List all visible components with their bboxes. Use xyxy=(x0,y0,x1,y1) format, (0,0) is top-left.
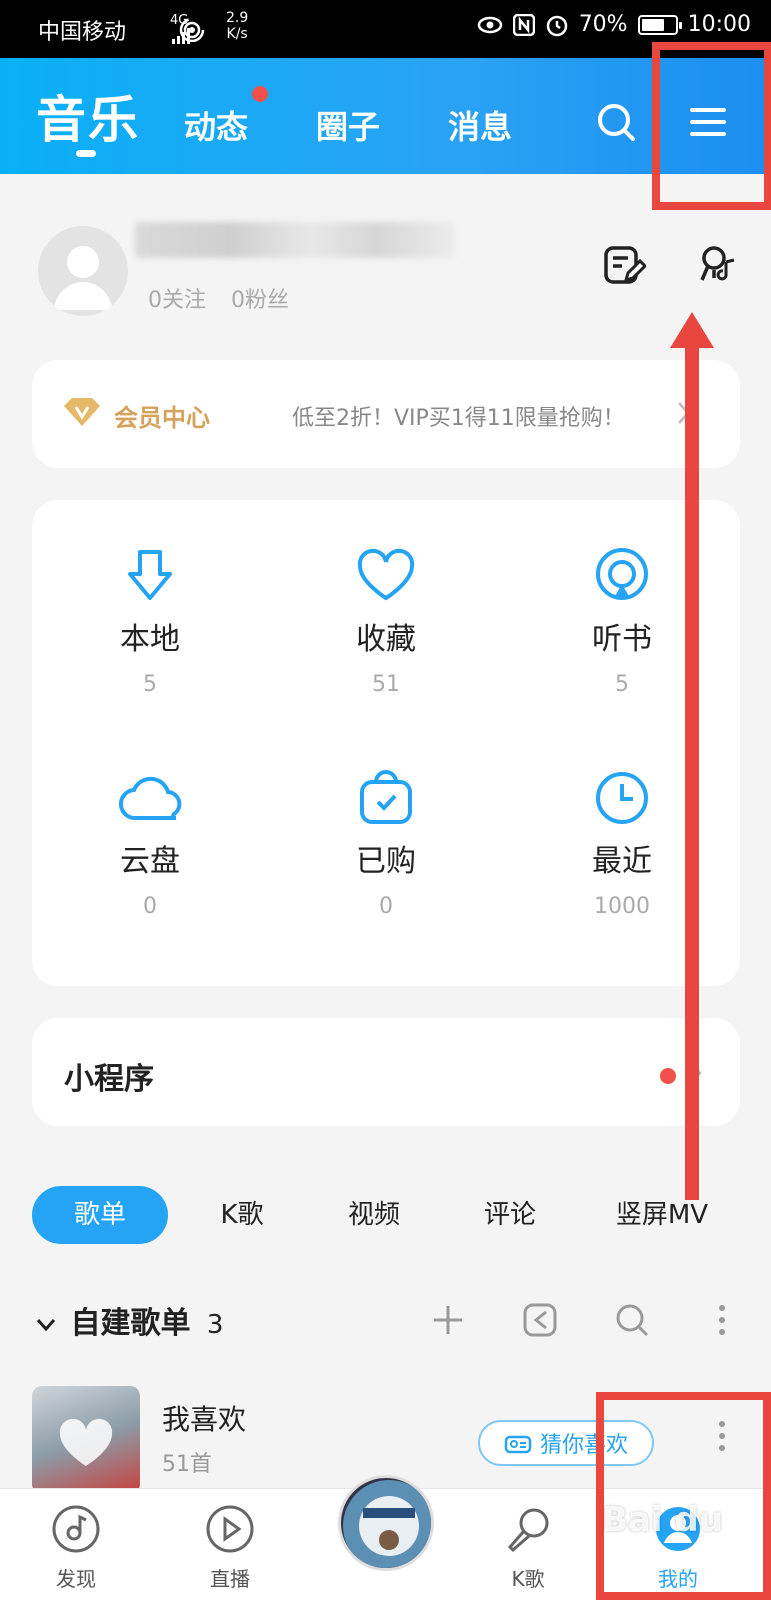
speed-value: 2.9 xyxy=(226,10,249,26)
username-blurred xyxy=(135,222,455,258)
fans-count[interactable]: 0粉丝 xyxy=(231,288,289,313)
grid-count: 1000 xyxy=(594,894,650,919)
heart-cover-icon xyxy=(59,1418,113,1466)
cloud-icon xyxy=(118,776,182,821)
download-icon xyxy=(128,550,172,600)
more-icon[interactable] xyxy=(702,1300,742,1340)
nav-karaoke[interactable]: K歌 xyxy=(478,1503,578,1592)
vip-center-title: 会员中心 xyxy=(114,404,210,432)
search-icon[interactable] xyxy=(594,100,638,144)
library-grid: 本地 5 收藏 51 听书 5 云盘 0 已购 0 最近 1000 xyxy=(32,500,740,986)
grid-label: 本地 xyxy=(120,622,180,657)
radio-icon xyxy=(504,1435,532,1454)
tab-vertical-mv[interactable]: 竖屏MV xyxy=(592,1186,732,1244)
nfc-icon xyxy=(512,13,535,36)
tab-playlists[interactable]: 歌单 xyxy=(32,1186,168,1244)
highlight-menu xyxy=(652,42,771,210)
purchased-icon xyxy=(360,770,412,824)
battery-percent: 70% xyxy=(578,12,628,37)
user-icon xyxy=(53,246,113,310)
following-count[interactable]: 0关注 xyxy=(148,288,206,313)
section-title: 自建歌单 xyxy=(70,1306,191,1341)
network-speed: 2.9 K/s xyxy=(226,10,248,42)
heart-icon xyxy=(357,548,415,601)
notification-dot xyxy=(252,86,268,102)
edit-note-icon[interactable] xyxy=(602,244,646,288)
tab-circle[interactable]: 圈子 xyxy=(316,102,380,148)
album-art-icon xyxy=(343,1480,431,1568)
grid-label: 已购 xyxy=(356,844,416,879)
section-count: 3 xyxy=(206,1310,224,1340)
active-tab-indicator xyxy=(76,150,96,157)
clock-icon xyxy=(596,772,648,824)
import-icon[interactable] xyxy=(520,1300,560,1340)
baidu-watermark: Bai du xyxy=(602,1500,723,1540)
mini-program-entry[interactable]: 小程序 xyxy=(32,1018,740,1126)
follow-stats: 0关注 0粉丝 xyxy=(148,282,289,314)
playlist-name[interactable]: 我喜欢 xyxy=(162,1398,246,1438)
grid-item-audiobook[interactable]: 听书 5 xyxy=(504,544,740,697)
notification-dot xyxy=(660,1068,676,1084)
vip-promo-text: 低至2折！VIP买1得11限量抢购！ xyxy=(292,406,625,431)
playlist-section-header[interactable]: 自建歌单 3 xyxy=(36,1298,223,1342)
grid-label: 听书 xyxy=(592,622,652,657)
highlight-mine-tab xyxy=(596,1392,771,1600)
grid-count: 51 xyxy=(372,672,400,697)
annotation-arrow-line xyxy=(685,340,699,1200)
speed-unit: K/s xyxy=(226,26,248,42)
audiobook-icon xyxy=(596,548,648,600)
nav-live[interactable]: 直播 xyxy=(180,1503,280,1592)
grid-label: 云盘 xyxy=(120,844,180,879)
grid-item-cloud[interactable]: 云盘 0 xyxy=(32,766,268,919)
vip-banner[interactable]: 会员中心 低至2折！VIP买1得11限量抢购！ xyxy=(32,360,740,468)
tab-comments[interactable]: 评论 xyxy=(450,1186,570,1244)
grid-item-recent[interactable]: 最近 1000 xyxy=(504,766,740,919)
grid-label: 最近 xyxy=(592,844,652,879)
grid-count: 5 xyxy=(143,672,157,697)
play-circle-icon xyxy=(206,1505,254,1553)
grid-count: 0 xyxy=(143,894,157,919)
nav-label: K歌 xyxy=(511,1567,545,1591)
tab-karaoke[interactable]: K歌 xyxy=(182,1186,302,1244)
grid-count: 0 xyxy=(379,894,393,919)
nav-discover[interactable]: 发现 xyxy=(26,1503,126,1592)
annotation-arrow-head xyxy=(670,312,714,348)
nav-label: 直播 xyxy=(210,1567,250,1591)
grid-count: 5 xyxy=(615,672,629,697)
tab-videos[interactable]: 视频 xyxy=(314,1186,434,1244)
diamond-icon xyxy=(64,398,100,426)
avatar[interactable] xyxy=(38,226,128,316)
microphone-icon xyxy=(507,1508,549,1553)
clock: 10:00 xyxy=(687,12,751,37)
chevron-down-icon xyxy=(36,1319,56,1332)
grid-item-purchased[interactable]: 已购 0 xyxy=(268,766,504,919)
microphone-icon[interactable] xyxy=(696,244,740,288)
carrier-name: 中国移动 xyxy=(38,20,127,45)
content-tabs: 歌单 K歌 视频 评论 竖屏MV xyxy=(32,1186,740,1244)
mini-program-title: 小程序 xyxy=(64,1062,154,1097)
music-note-icon xyxy=(52,1505,100,1553)
grid-label: 收藏 xyxy=(356,622,416,657)
tab-music[interactable]: 音乐 xyxy=(36,80,140,152)
tab-feed[interactable]: 动态 xyxy=(184,102,248,148)
battery-icon xyxy=(637,14,682,35)
hotspot-icon xyxy=(179,17,205,42)
status-right: 70% 10:00 xyxy=(477,12,751,37)
add-icon[interactable] xyxy=(428,1300,468,1340)
playlist-count: 51首 xyxy=(162,1452,212,1477)
playlist-cover[interactable] xyxy=(32,1386,140,1494)
alarm-icon xyxy=(546,15,567,36)
search-icon[interactable] xyxy=(612,1300,652,1340)
grid-item-local[interactable]: 本地 5 xyxy=(32,544,268,697)
tab-messages[interactable]: 消息 xyxy=(448,102,512,148)
nav-label: 发现 xyxy=(56,1567,96,1591)
eye-icon xyxy=(477,16,502,33)
now-playing-disc[interactable] xyxy=(338,1475,434,1571)
grid-item-favorites[interactable]: 收藏 51 xyxy=(268,544,504,697)
